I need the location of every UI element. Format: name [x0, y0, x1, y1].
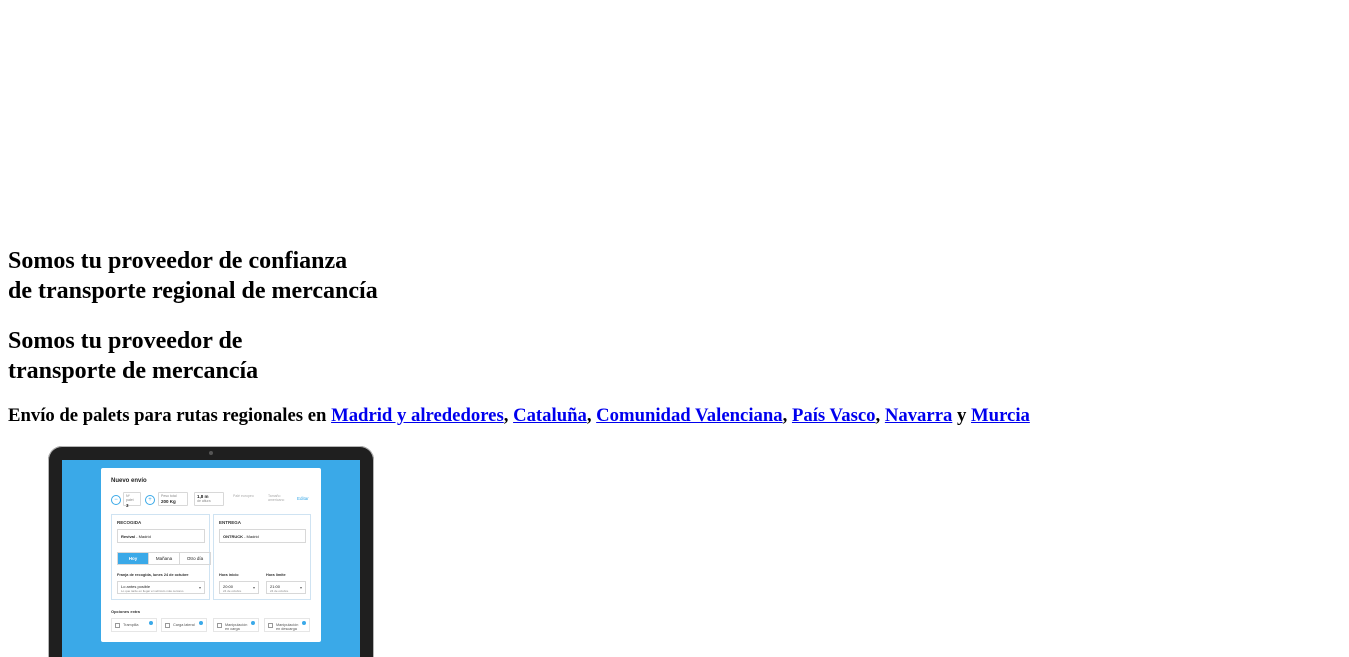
tab-today: Hoy — [118, 553, 149, 564]
delivery-end-select: 21:00 24 de octubre ▾ — [266, 581, 306, 594]
region-link-murcia[interactable]: Murcia — [971, 405, 1030, 426]
hero-title-line-2: de transporte regional de mercancía — [8, 278, 378, 304]
info-icon — [199, 621, 203, 625]
weight-value: 200 Kg — [161, 499, 185, 504]
pickup-range-label: Franja de recogida, lunes 24 de octubre — [117, 573, 189, 577]
subtitle-separator: , — [782, 405, 792, 426]
hero-alt-title-line-2: transporte de mercancía — [8, 358, 259, 384]
delivery-end-label: Hora límite — [266, 573, 286, 577]
extra-option-side-load: Carga lateral — [161, 618, 207, 632]
euro-pallet-option: Palé europeo — [233, 494, 254, 498]
delivery-place: ONTRUCK - Madrid — [219, 529, 306, 543]
delivery-place-name: ONTRUCK — [223, 534, 243, 539]
region-link-comunidad-valenciana[interactable]: Comunidad Valenciana — [596, 405, 782, 426]
pallets-label: Nº palet — [126, 494, 134, 502]
weight-field: Peso total 200 Kg — [158, 492, 188, 506]
extra-option-label: Manipulación en descarga — [276, 623, 299, 632]
pickup-range-sub: Lo que tarde en llegar el vehículo más c… — [121, 589, 184, 593]
new-shipment-card: Nuevo envío − Nº palet 3 + Peso total 20… — [101, 468, 321, 642]
american-size-option: Tamaño americano — [268, 494, 285, 502]
pickup-range-select: Lo antes posible Lo que tarde en llegar … — [117, 581, 205, 594]
chevron-down-icon: ▾ — [198, 585, 201, 590]
region-link-navarra[interactable]: Navarra — [885, 405, 952, 426]
hero-headlines: Somos tu proveedor de confianza de trans… — [8, 246, 1008, 386]
pickup-panel: RECOGIDA Revival - Madrid Hoy Mañana Otr… — [111, 514, 211, 600]
weight-label: Peso total — [161, 494, 177, 498]
chevron-down-icon: ▾ — [299, 585, 302, 590]
info-icon — [302, 621, 306, 625]
hero-alt-title: Somos tu proveedor de transporte de merc… — [8, 326, 1008, 386]
subtitle-separator: , — [875, 405, 885, 426]
minus-icon: − — [111, 495, 121, 505]
tab-tomorrow: Mañana — [149, 553, 180, 564]
page: Somos tu proveedor de confianza de trans… — [0, 0, 1349, 657]
extra-option-handling-load: Manipulación en carga — [213, 618, 259, 632]
card-title: Nuevo envío — [111, 478, 147, 484]
extra-option-label: Trampilla — [123, 623, 139, 627]
delivery-start-label: Hora inicio — [219, 573, 239, 577]
pallets-value: 3 — [126, 503, 129, 508]
region-link-pais-vasco[interactable]: País Vasco — [792, 405, 876, 426]
extra-option-tailgate: Trampilla — [111, 618, 157, 632]
shipment-top-row: − Nº palet 3 + Peso total 200 Kg 1,8 m d… — [111, 492, 311, 508]
delivery-title: ENTREGA — [219, 520, 242, 525]
weight-number: 200 — [161, 499, 169, 504]
delivery-place-city: - Madrid — [243, 534, 259, 539]
laptop-mockup-image: Nuevo envío − Nº palet 3 + Peso total 20… — [48, 446, 374, 657]
extras-title: Opciones extra — [111, 609, 140, 614]
hero-title-line-1: Somos tu proveedor de confianza — [8, 248, 348, 274]
chevron-down-icon: ▾ — [252, 585, 255, 590]
extra-option-handling-unload: Manipulación en descarga — [264, 618, 310, 632]
checkbox-icon — [217, 623, 222, 628]
regions-subtitle: Envío de palets para rutas regionales en… — [8, 404, 1030, 428]
height-label: de altura — [197, 499, 211, 503]
extra-option-label: Carga lateral — [173, 623, 195, 627]
subtitle-and: y — [952, 405, 972, 426]
region-link-madrid[interactable]: Madrid y alrededores — [331, 405, 504, 426]
extra-option-label: Manipulación en carga — [225, 623, 248, 632]
delivery-end-sub: 24 de octubre — [270, 589, 289, 593]
laptop-camera — [209, 451, 213, 455]
pallets-field: Nº palet 3 — [123, 492, 141, 508]
delivery-start-select: 20:00 24 de octubre ▾ — [219, 581, 259, 594]
delivery-panel: ENTREGA ONTRUCK - Madrid Hora inicio 20:… — [213, 514, 311, 600]
edit-link: Editar — [297, 496, 309, 501]
plus-icon: + — [145, 495, 155, 505]
weight-unit: Kg — [169, 499, 176, 504]
checkbox-icon — [115, 623, 120, 628]
height-field: 1,8 m de altura — [194, 492, 224, 506]
laptop-screen: Nuevo envío − Nº palet 3 + Peso total 20… — [62, 460, 360, 657]
pickup-place: Revival - Madrid — [117, 529, 205, 543]
delivery-start-sub: 24 de octubre — [223, 589, 242, 593]
checkbox-icon — [165, 623, 170, 628]
subtitle-separator: , — [586, 405, 597, 426]
region-link-cataluna[interactable]: Cataluña — [513, 405, 587, 426]
info-icon — [251, 621, 255, 625]
pickup-place-city: - Madrid — [135, 534, 151, 539]
pickup-title: RECOGIDA — [117, 520, 142, 525]
subtitle-prefix: Envío de palets para rutas regionales en — [8, 405, 332, 426]
checkbox-icon — [268, 623, 273, 628]
subtitle-separator: , — [503, 405, 514, 426]
info-icon — [149, 621, 153, 625]
pickup-place-name: Revival — [121, 534, 136, 539]
tab-other-day: Otro día — [186, 556, 204, 561]
pickup-day-tabs: Hoy Mañana Otro día — [117, 552, 211, 565]
hero-title: Somos tu proveedor de confianza de trans… — [8, 246, 1008, 306]
hero-alt-title-line-1: Somos tu proveedor de — [8, 328, 243, 354]
